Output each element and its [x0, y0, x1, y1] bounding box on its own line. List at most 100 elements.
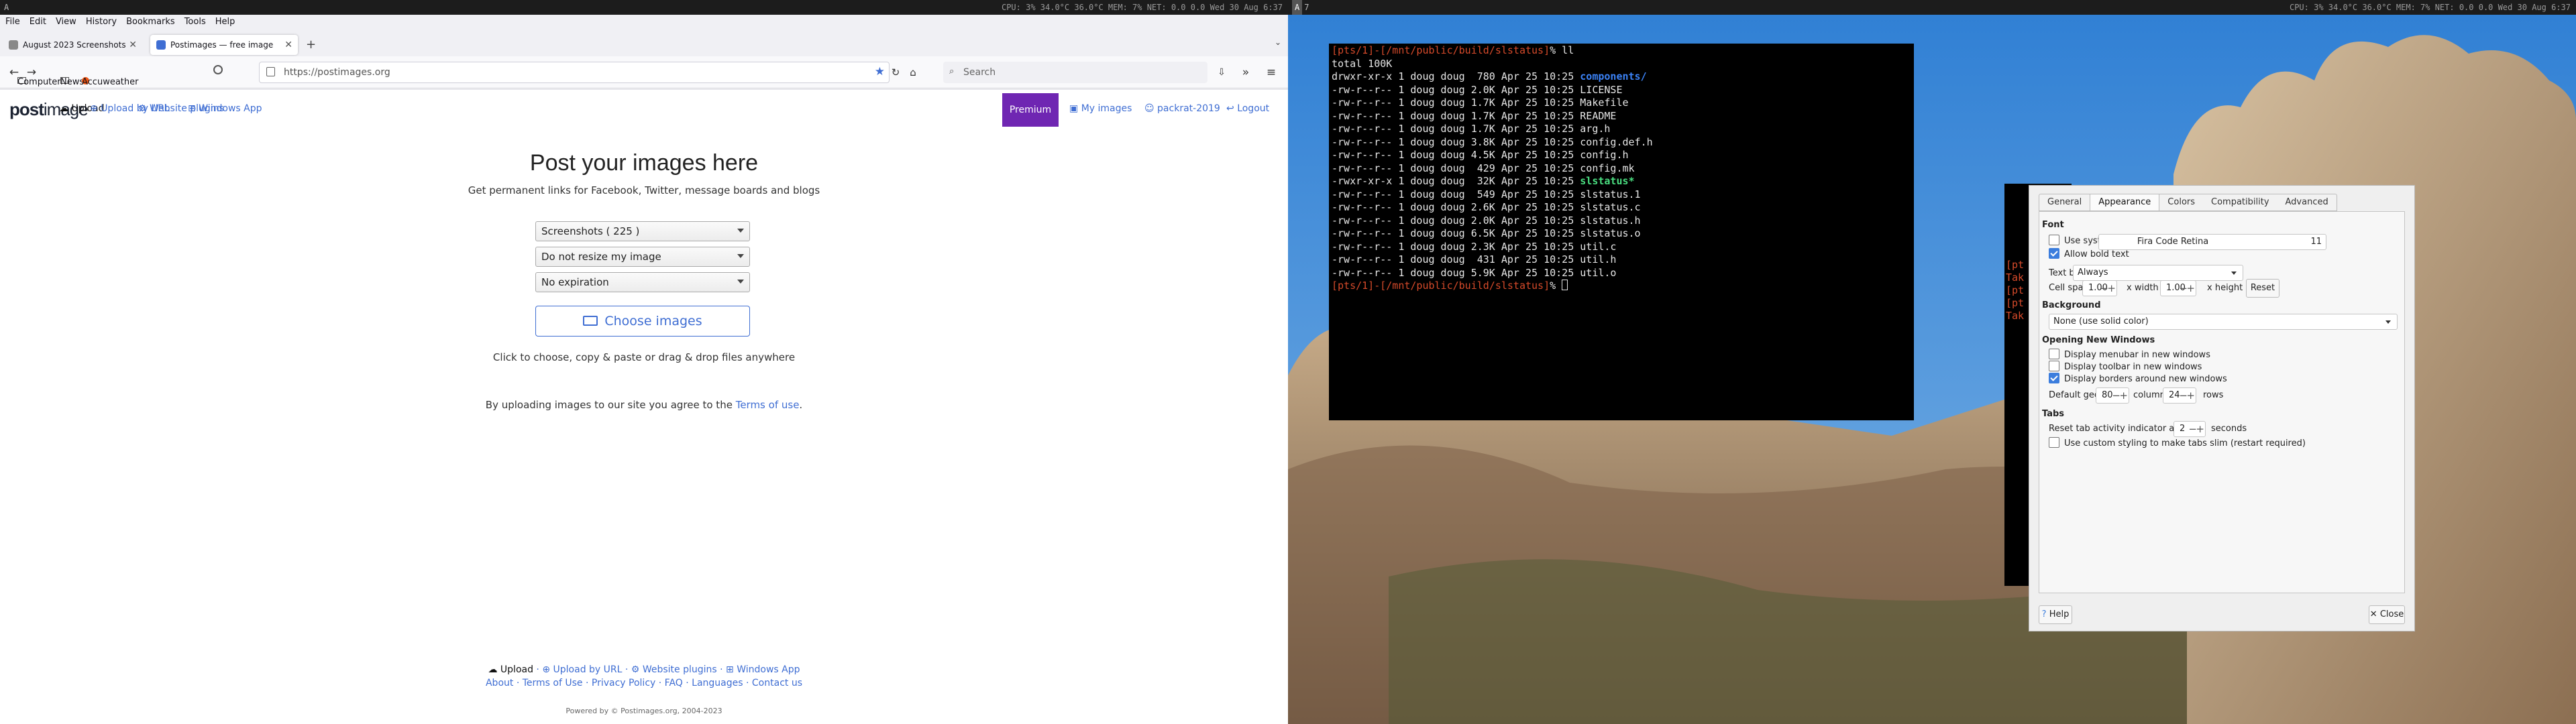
font-picker[interactable]: Fira Code Retina 11	[2098, 234, 2326, 250]
display-menubar-checkbox[interactable]: Display menubar in new windows	[2049, 349, 2210, 360]
close-icon[interactable]: ✕	[284, 35, 292, 55]
bookmark-label: News	[60, 77, 85, 87]
display-borders-checkbox[interactable]: Display borders around new windows	[2049, 373, 2227, 384]
checkbox[interactable]	[2049, 349, 2059, 359]
footer-privacy[interactable]: Privacy Policy	[592, 678, 655, 688]
nav-logout[interactable]: ↩ Logout	[1226, 103, 1269, 114]
menu-edit[interactable]: Edit	[25, 15, 50, 29]
checkbox[interactable]	[2049, 361, 2059, 371]
seconds-label: seconds	[2211, 424, 2247, 434]
menu-bookmarks[interactable]: Bookmarks	[122, 15, 179, 29]
footer-about[interactable]: About	[486, 678, 513, 688]
footer-upload[interactable]: ☁ Upload	[488, 664, 533, 675]
footer-contact[interactable]: Contact us	[752, 678, 802, 688]
terms-of-use-link[interactable]: Terms of use	[736, 399, 800, 411]
expiration-select[interactable]: No expiration	[535, 272, 750, 292]
premium-button[interactable]: Premium	[1002, 93, 1059, 127]
plus-icon[interactable]: +	[2107, 281, 2116, 296]
tab-colors[interactable]: Colors	[2159, 194, 2203, 210]
folder-open-icon	[583, 316, 598, 326]
bookmark-label: Accuweather	[82, 77, 139, 87]
columns-spinner[interactable]: 80− +	[2096, 387, 2129, 404]
workspace-number[interactable]: 7	[1304, 3, 1309, 12]
reset-tab-spinner[interactable]: 2− +	[2174, 421, 2206, 437]
background-combo[interactable]: None (use solid color)	[2049, 314, 2398, 330]
right-monitor: A7 CPU: 3% 34.0°C 36.0°C MEM: 7% NET: 0.…	[1288, 0, 2576, 724]
plus-icon[interactable]: +	[2119, 388, 2128, 403]
file-meta: -rw-r--r-- 1 doug doug 3.8K Apr 25 10:25	[1332, 135, 1580, 148]
command: % ll	[1550, 44, 1574, 56]
tab-postimages[interactable]: Postimages — free image ✕	[150, 35, 298, 55]
list-tabs-icon[interactable]: ⌄	[1275, 38, 1281, 47]
menu-tools[interactable]: Tools	[180, 15, 210, 29]
footer-faq[interactable]: FAQ	[665, 678, 683, 688]
file-meta: -rw-r--r-- 1 doug doug 2.6K Apr 25 10:25	[1332, 201, 1580, 213]
file-name: components/	[1580, 70, 1647, 82]
font-section: Font	[2042, 220, 2064, 230]
footer-upload-url[interactable]: ⊕ Upload by URL	[542, 664, 622, 675]
logo-part-a: post	[9, 99, 44, 119]
footer-languages[interactable]: Languages	[692, 678, 743, 688]
tab-general[interactable]: General	[2039, 194, 2090, 210]
terminal-window[interactable]: [pts/1]-[/mnt/public/build/slstatus]% ll…	[1329, 44, 1914, 420]
nav-windows-app[interactable]: ⊞ Windows App	[188, 103, 262, 114]
tab-advanced[interactable]: Advanced	[2277, 194, 2337, 210]
display-toolbar-checkbox[interactable]: Display toolbar in new windows	[2049, 361, 2202, 372]
plus-icon[interactable]: +	[2196, 422, 2204, 436]
ls-line: -rwxr-xr-x 1 doug doug 32K Apr 25 10:25 …	[1332, 175, 1911, 188]
reset-tab-label: Reset tab activity indicator after	[2049, 424, 2190, 434]
file-meta: -rw-r--r-- 1 doug doug 2.3K Apr 25 10:25	[1332, 240, 1580, 253]
text-blinks-combo[interactable]: Always	[2073, 265, 2243, 281]
checkbox[interactable]	[2049, 437, 2059, 448]
reset-button[interactable]: Reset	[2246, 279, 2279, 298]
footer-windows-app[interactable]: ⊞ Windows App	[726, 664, 800, 675]
choose-images-button[interactable]: Choose images	[535, 306, 750, 337]
close-icon: ✕	[2369, 609, 2377, 619]
ls-line: -rw-r--r-- 1 doug doug 5.9K Apr 25 10:25…	[1332, 267, 1911, 280]
left-monitor: A CPU: 3% 34.0°C 36.0°C MEM: 7% NET: 0.0…	[0, 0, 1288, 724]
x-height-label: x height	[2207, 283, 2243, 293]
workspace-indicator[interactable]: A7	[1288, 0, 1313, 15]
checkbox[interactable]	[2049, 373, 2059, 383]
menu-file[interactable]: File	[1, 15, 24, 29]
checkbox[interactable]	[2049, 248, 2059, 259]
cell-height-spinner[interactable]: 1.00− +	[2160, 280, 2196, 296]
prompt-line: [pts/1]-[/mnt/public/build/slstatus]%	[1332, 280, 1911, 293]
close-button[interactable]: ✕ Close	[2369, 605, 2405, 624]
plus-icon[interactable]: +	[2186, 388, 2195, 403]
tab-appearance[interactable]: Appearance	[2090, 194, 2160, 210]
rows-spinner[interactable]: 24− +	[2163, 387, 2196, 404]
file-name: util.c	[1580, 240, 1617, 253]
gallery-select[interactable]: Screenshots ( 225 )	[535, 221, 750, 241]
terms-suffix: .	[799, 399, 803, 411]
menu-history[interactable]: History	[82, 15, 121, 29]
workspace-indicator[interactable]: A	[0, 0, 13, 15]
nav-my-images[interactable]: ▣ My images	[1069, 103, 1132, 114]
cell-width-spinner[interactable]: 1.00− +	[2082, 280, 2117, 296]
file-meta: -rw-r--r-- 1 doug doug 2.0K Apr 25 10:25	[1332, 83, 1580, 96]
footer-terms[interactable]: Terms of Use	[523, 678, 583, 688]
tab-screenshots[interactable]: August 2023 Screenshots ✕	[3, 35, 142, 55]
file-name: arg.h	[1580, 123, 1611, 135]
help-label: Help	[2049, 609, 2070, 619]
checkbox-label: Display menubar in new windows	[2064, 350, 2210, 360]
footer-label: Windows App	[737, 664, 800, 675]
footer-plugins[interactable]: ⚙ Website plugins	[631, 664, 717, 675]
custom-tabs-checkbox[interactable]: Use custom styling to make tabs slim (re…	[2049, 437, 2306, 448]
prompt-symbol: %	[1550, 280, 1562, 292]
nav-user[interactable]: ☺ packrat-2019	[1144, 103, 1220, 114]
checkbox[interactable]	[2049, 235, 2059, 245]
plus-icon[interactable]: +	[2186, 281, 2195, 296]
help-button[interactable]: ? Help	[2039, 605, 2072, 624]
menu-view[interactable]: View	[52, 15, 80, 29]
spin-value: 80	[2102, 390, 2113, 400]
resize-select[interactable]: Do not resize my image	[535, 247, 750, 267]
top-status-bar: A CPU: 3% 34.0°C 36.0°C MEM: 7% NET: 0.0…	[0, 0, 1288, 15]
allow-bold-checkbox[interactable]: Allow bold text	[2049, 248, 2129, 259]
close-icon[interactable]: ✕	[129, 35, 137, 55]
firefox-menubar: File Edit View History Bookmarks Tools Help	[0, 15, 1288, 29]
workspace-a[interactable]: A	[1292, 0, 1303, 15]
tab-compatibility[interactable]: Compatibility	[2203, 194, 2277, 210]
menu-help[interactable]: Help	[211, 15, 239, 29]
new-tab-icon[interactable]: +	[306, 38, 316, 52]
